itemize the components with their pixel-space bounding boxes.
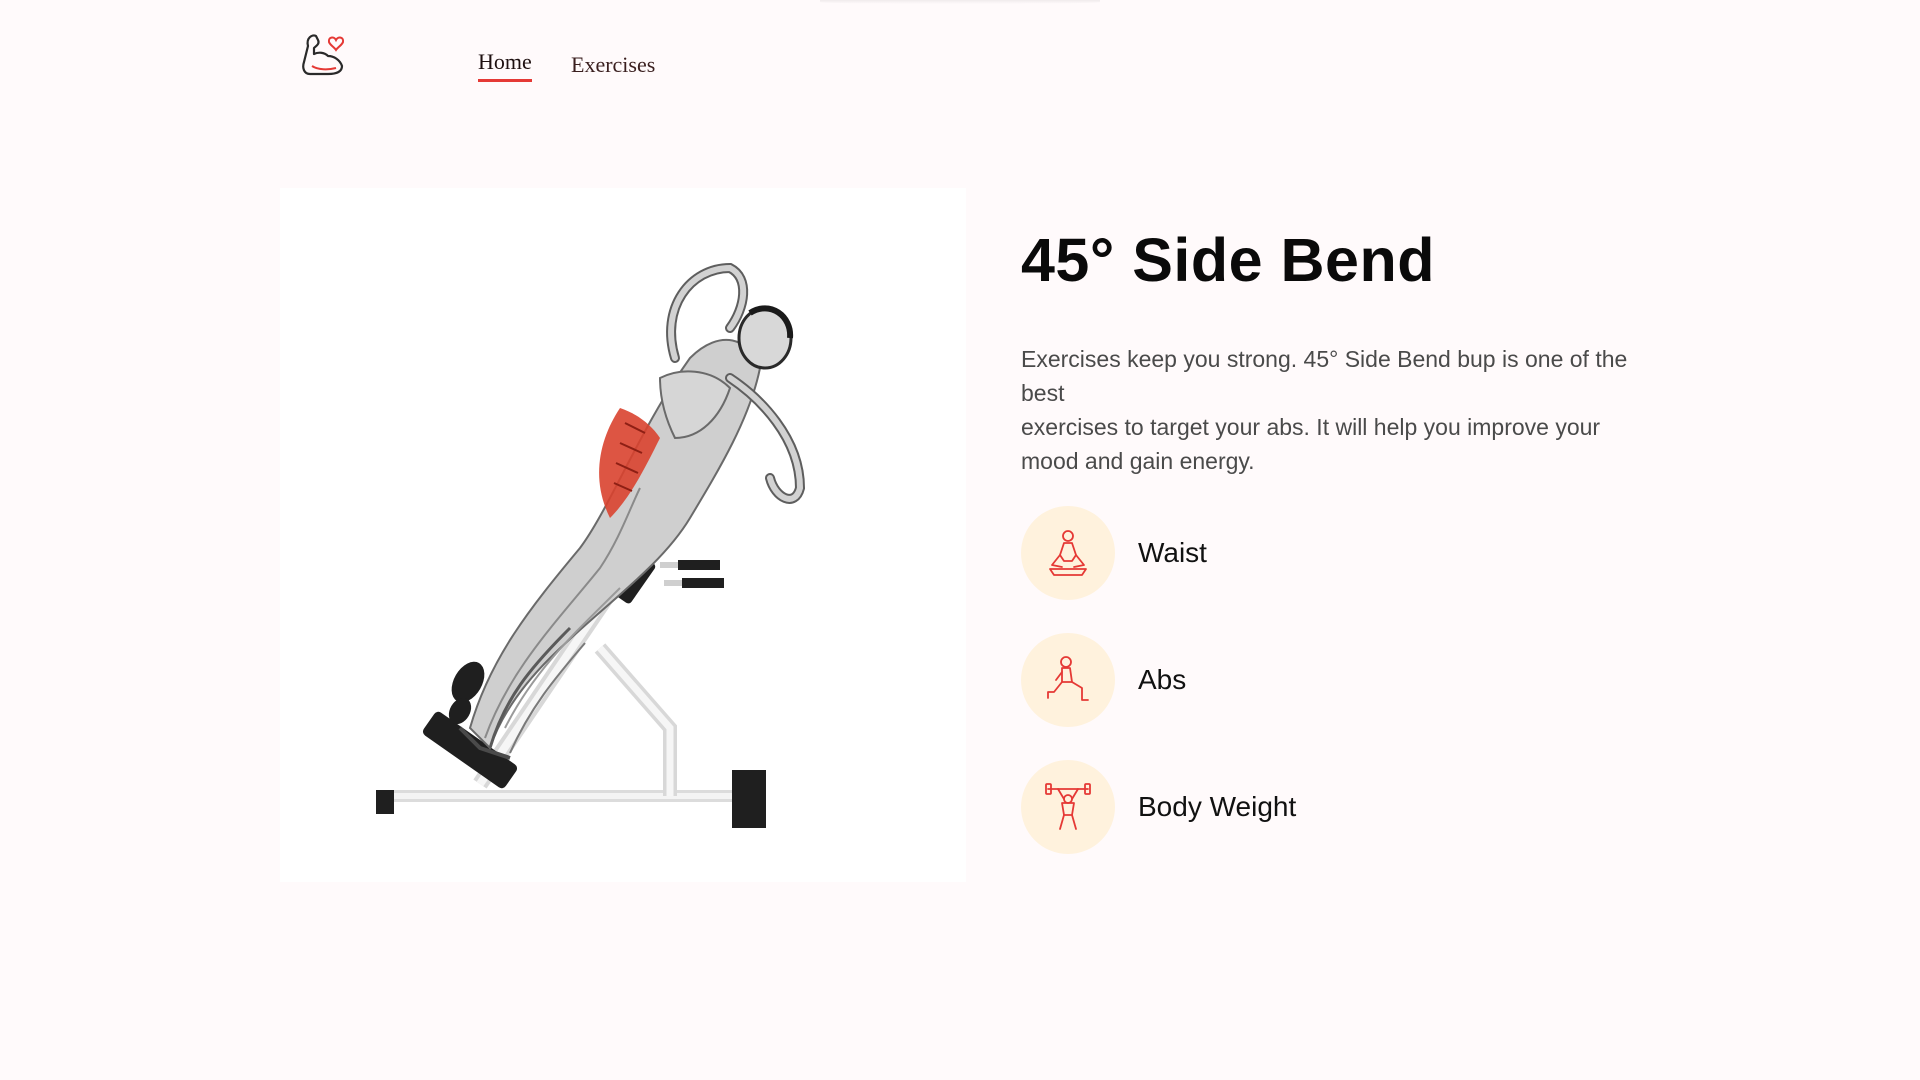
tag-abs[interactable]: Abs: [1021, 633, 1641, 727]
tag-label: Waist: [1138, 537, 1207, 568]
weightlifter-icon: [1045, 783, 1091, 830]
tag-waist[interactable]: Waist: [1021, 506, 1641, 600]
navbar: Home Exercises: [0, 0, 1920, 110]
nav-link-home[interactable]: Home: [478, 49, 532, 82]
tag-icon-circle: [1021, 506, 1115, 600]
exercise-tags: Waist Abs Body Weight: [1021, 506, 1641, 854]
lunge-icon: [1047, 656, 1089, 701]
tag-label: Body Weight: [1138, 791, 1297, 822]
tag-icon-circle: [1021, 760, 1115, 854]
exercise-title: 45° Side Bend: [1021, 226, 1435, 294]
nav-link-exercises[interactable]: Exercises: [571, 52, 655, 78]
exercise-details: 45° Side Bend Exercises keep you strong.…: [1021, 220, 1641, 887]
meditation-icon: [1049, 530, 1087, 576]
logo[interactable]: [298, 26, 348, 80]
description-line: Exercises keep you strong. 45° Side Bend…: [1021, 346, 1628, 406]
exercise-image: [280, 188, 966, 882]
tag-body-weight[interactable]: Body Weight: [1021, 760, 1641, 854]
page: Home Exercises 45° Side Bend Exercises k…: [0, 0, 1920, 1080]
exercise-description: Exercises keep you strong. 45° Side Bend…: [1021, 342, 1631, 478]
tag-icon-circle: [1021, 633, 1115, 727]
description-line: exercises to target your abs. It will he…: [1021, 414, 1601, 474]
flexed-arm-heart-icon: [302, 34, 345, 76]
side-bend-illustration: [376, 262, 806, 828]
tag-label: Abs: [1138, 664, 1187, 695]
